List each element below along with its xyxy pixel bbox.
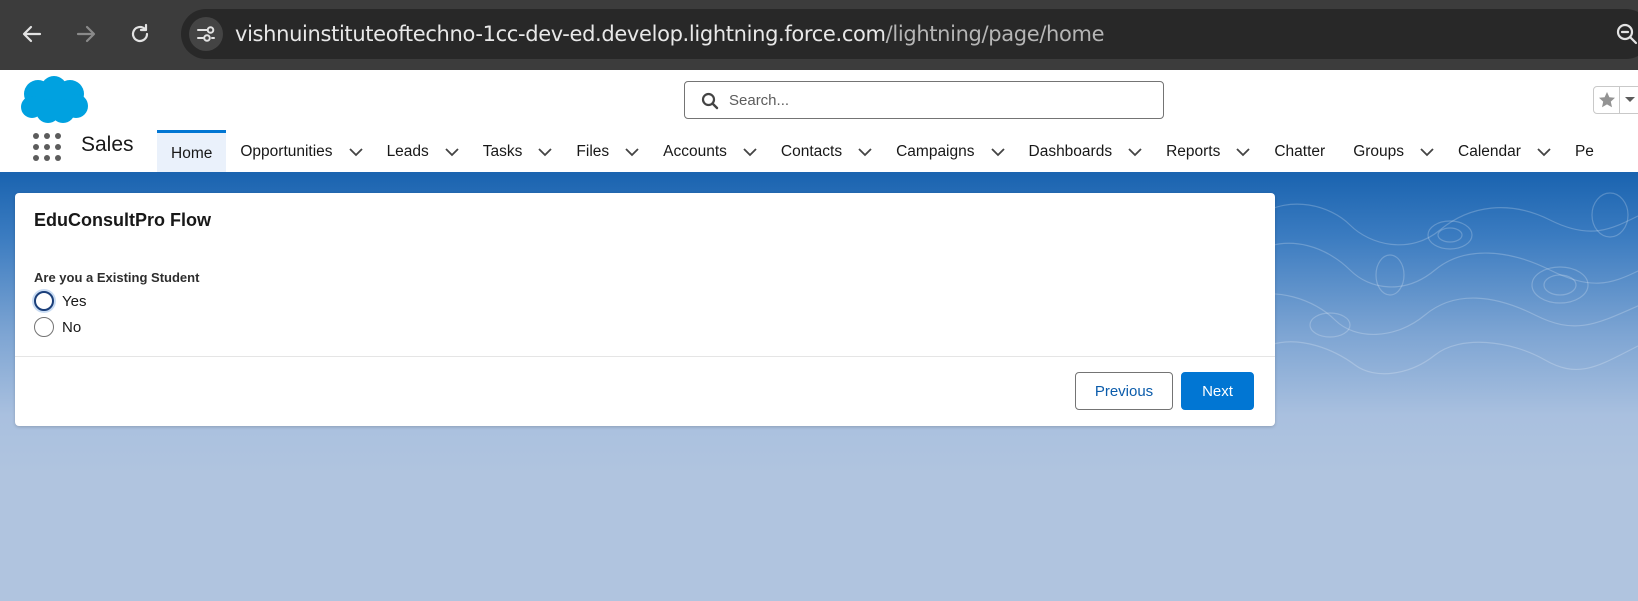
nav-item-label: Files xyxy=(576,143,610,160)
nav-item-label: Dashboards xyxy=(1028,143,1113,160)
chevron-down-icon[interactable] xyxy=(1236,147,1250,157)
radio-label-no: No xyxy=(62,318,82,336)
chevron-down-icon[interactable] xyxy=(1620,87,1638,113)
zoom-icon[interactable] xyxy=(1612,19,1638,49)
navigation-bar: Home Opportunities Leads Tasks Files Acc… xyxy=(157,130,1604,174)
radio-option-no[interactable]: No xyxy=(34,317,81,337)
address-bar[interactable]: vishnuinstituteoftechno-1cc-dev-ed.devel… xyxy=(181,9,1638,59)
salesforce-header: Sales Home Opportunities Leads Tasks Fil… xyxy=(0,70,1638,174)
radio-button-yes[interactable] xyxy=(34,291,54,311)
chevron-down-icon[interactable] xyxy=(1128,147,1142,157)
site-info-icon[interactable] xyxy=(189,17,223,51)
favorites-button[interactable] xyxy=(1593,86,1638,114)
nav-item-label: Calendar xyxy=(1458,143,1521,160)
chevron-down-icon[interactable] xyxy=(1420,147,1434,157)
nav-item-label: Tasks xyxy=(482,143,523,160)
previous-button[interactable]: Previous xyxy=(1075,372,1173,410)
nav-item-label: Accounts xyxy=(663,143,727,160)
nav-item-opportunities[interactable]: Opportunities xyxy=(226,130,372,174)
chevron-down-icon[interactable] xyxy=(625,147,639,157)
nav-item-calendar[interactable]: Calendar xyxy=(1444,130,1561,174)
nav-item-chatter[interactable]: Chatter xyxy=(1260,130,1339,174)
chevron-down-icon[interactable] xyxy=(990,147,1005,157)
star-icon[interactable] xyxy=(1594,87,1620,113)
nav-item-truncated[interactable]: Pe xyxy=(1561,130,1604,174)
browser-toolbar: vishnuinstituteoftechno-1cc-dev-ed.devel… xyxy=(0,0,1638,70)
chevron-down-icon[interactable] xyxy=(1537,147,1551,157)
nav-item-label: Pe xyxy=(1574,143,1594,160)
radio-option-yes[interactable]: Yes xyxy=(34,291,86,311)
search-icon xyxy=(701,92,719,115)
chevron-down-icon[interactable] xyxy=(348,147,363,157)
nav-item-accounts[interactable]: Accounts xyxy=(649,130,767,174)
nav-item-label: Leads xyxy=(386,143,429,160)
nav-item-reports[interactable]: Reports xyxy=(1152,130,1260,174)
nav-item-label: Reports xyxy=(1166,143,1221,160)
nav-item-files[interactable]: Files xyxy=(562,130,649,174)
back-arrow-icon[interactable] xyxy=(17,19,47,49)
nav-item-label: Opportunities xyxy=(240,143,333,160)
url-host: vishnuinstituteoftechno-1cc-dev-ed.devel… xyxy=(235,22,886,46)
app-name: Sales xyxy=(81,133,134,156)
chevron-down-icon[interactable] xyxy=(858,147,872,157)
nav-item-label: Campaigns xyxy=(896,143,975,160)
app-launcher-icon[interactable] xyxy=(33,133,61,161)
topographic-pattern xyxy=(1240,192,1638,375)
nav-item-label: Contacts xyxy=(780,143,843,160)
nav-item-tasks[interactable]: Tasks xyxy=(469,130,563,174)
nav-item-label: Home xyxy=(171,144,213,162)
nav-item-leads[interactable]: Leads xyxy=(373,130,469,174)
chevron-down-icon[interactable] xyxy=(538,147,553,157)
url-text: vishnuinstituteoftechno-1cc-dev-ed.devel… xyxy=(235,22,1105,46)
flow-title: EduConsultPro Flow xyxy=(34,210,211,230)
salesforce-logo[interactable] xyxy=(16,74,90,131)
chevron-down-icon[interactable] xyxy=(445,147,459,157)
next-button[interactable]: Next xyxy=(1181,372,1254,410)
chevron-down-icon[interactable] xyxy=(743,147,757,157)
global-search[interactable] xyxy=(684,81,1164,119)
nav-item-groups[interactable]: Groups xyxy=(1339,130,1444,174)
url-path: /lightning/page/home xyxy=(885,22,1105,46)
nav-item-dashboards[interactable]: Dashboards xyxy=(1015,130,1153,174)
card-footer-divider xyxy=(15,356,1275,357)
question-label: Are you a Existing Student xyxy=(34,270,200,285)
search-input[interactable] xyxy=(729,89,1149,111)
nav-item-campaigns[interactable]: Campaigns xyxy=(882,130,1014,174)
forward-arrow-icon[interactable] xyxy=(71,19,101,49)
nav-item-label: Groups xyxy=(1353,143,1405,160)
radio-button-no[interactable] xyxy=(34,317,54,337)
radio-label-yes: Yes xyxy=(62,292,87,310)
flow-card: EduConsultPro Flow Are you a Existing St… xyxy=(15,193,1275,426)
nav-item-home[interactable]: Home xyxy=(157,130,227,174)
reload-icon[interactable] xyxy=(125,19,155,49)
nav-item-contacts[interactable]: Contacts xyxy=(767,130,882,174)
nav-item-label: Chatter xyxy=(1274,143,1326,160)
